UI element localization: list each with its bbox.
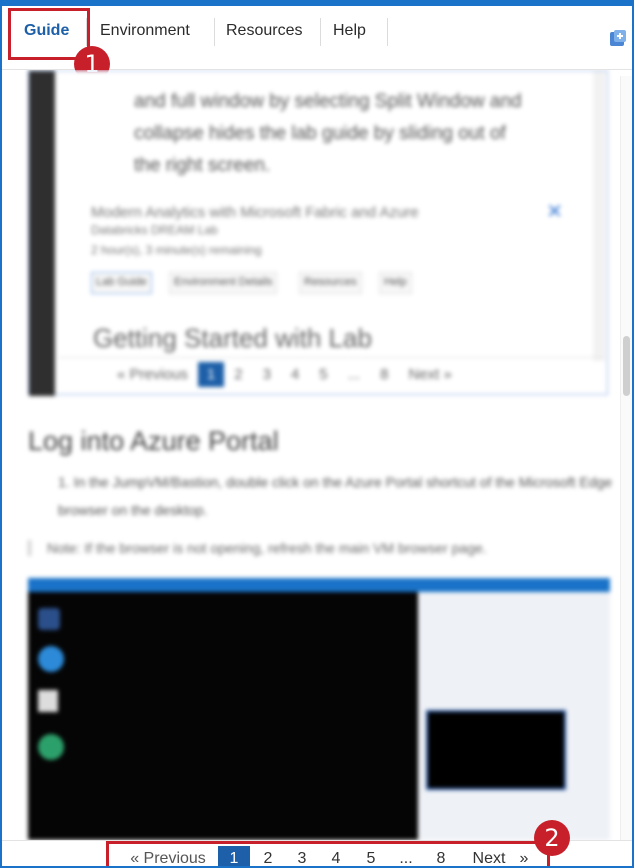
embedded-pager: « Previous 1 2 3 4 5 ... 8 Next » <box>59 357 604 391</box>
desktop-shortcut-icon <box>38 608 60 630</box>
page-scrollbar[interactable] <box>620 76 632 841</box>
tab-divider <box>320 18 321 46</box>
tab-divider <box>387 18 388 46</box>
embedded-pager-page: 8 <box>380 366 389 383</box>
tab-resources[interactable]: Resources <box>226 6 302 56</box>
embedded-pager-page: 5 <box>319 366 328 383</box>
screenshot-thumbnail <box>426 710 566 790</box>
embedded-paragraph-line: and full window by selecting Split Windo… <box>134 91 522 112</box>
embedded-paragraph-line: the right screen. <box>134 155 271 176</box>
embedded-pager-page: 1 <box>197 362 225 387</box>
close-icon: ✕ <box>546 201 563 223</box>
embedded-pager-next: Next » <box>408 366 452 383</box>
embedded-dark-strip <box>29 71 55 396</box>
guide-content: and full window by selecting Split Windo… <box>2 70 622 840</box>
edge-browser-icon <box>38 646 64 672</box>
guide-window: Guide Environment Resources Help 1 and f… <box>0 0 634 868</box>
embedded-pager-page: 3 <box>262 366 271 383</box>
tab-environment[interactable]: Environment <box>100 6 190 56</box>
embedded-button: Lab Guide <box>91 272 152 294</box>
embedded-screenshot: and full window by selecting Split Windo… <box>28 70 608 396</box>
desktop-screenshot <box>28 578 610 840</box>
section-title: Log into Azure Portal <box>28 426 279 456</box>
file-icon <box>38 690 58 712</box>
embedded-pager-previous: « Previous <box>117 366 188 383</box>
embedded-heading: Getting Started with Lab <box>93 323 372 353</box>
embedded-lab-title: Modern Analytics with Microsoft Fabric a… <box>91 204 419 221</box>
tab-divider <box>214 18 215 46</box>
embedded-button: Help <box>379 272 412 294</box>
edge-browser-icon <box>38 734 64 760</box>
screenshot-titlebar <box>28 578 610 592</box>
note-callout: Note: If the browser is not opening, ref… <box>28 540 608 556</box>
embedded-button: Resources <box>299 272 362 294</box>
embedded-pager-page: ... <box>347 366 361 383</box>
embedded-paragraph-line: collapse hides the lab guide by sliding … <box>134 123 506 144</box>
embedded-lab-subtitle: Databricks DREAM Lab <box>91 223 218 237</box>
embedded-button: Environment Details <box>169 272 278 294</box>
top-tab-bar: Guide Environment Resources Help 1 <box>2 6 632 82</box>
expand-panel-icon[interactable] <box>608 28 628 48</box>
tab-help[interactable]: Help <box>333 6 366 56</box>
instruction-step: 1. In the JumpVM/Bastion, double click o… <box>58 474 613 518</box>
embedded-pager-page: 4 <box>290 366 300 383</box>
scrollbar-thumb[interactable] <box>623 336 630 396</box>
embedded-time-remaining: 2 hour(s), 3 minute(s) remaining <box>91 243 262 257</box>
screenshot-guide-pane <box>418 592 610 840</box>
callout-2: 2 <box>534 820 570 856</box>
embedded-scrollbar <box>593 71 605 361</box>
embedded-pager-page: 2 <box>234 366 243 383</box>
pager-highlight <box>106 841 550 866</box>
